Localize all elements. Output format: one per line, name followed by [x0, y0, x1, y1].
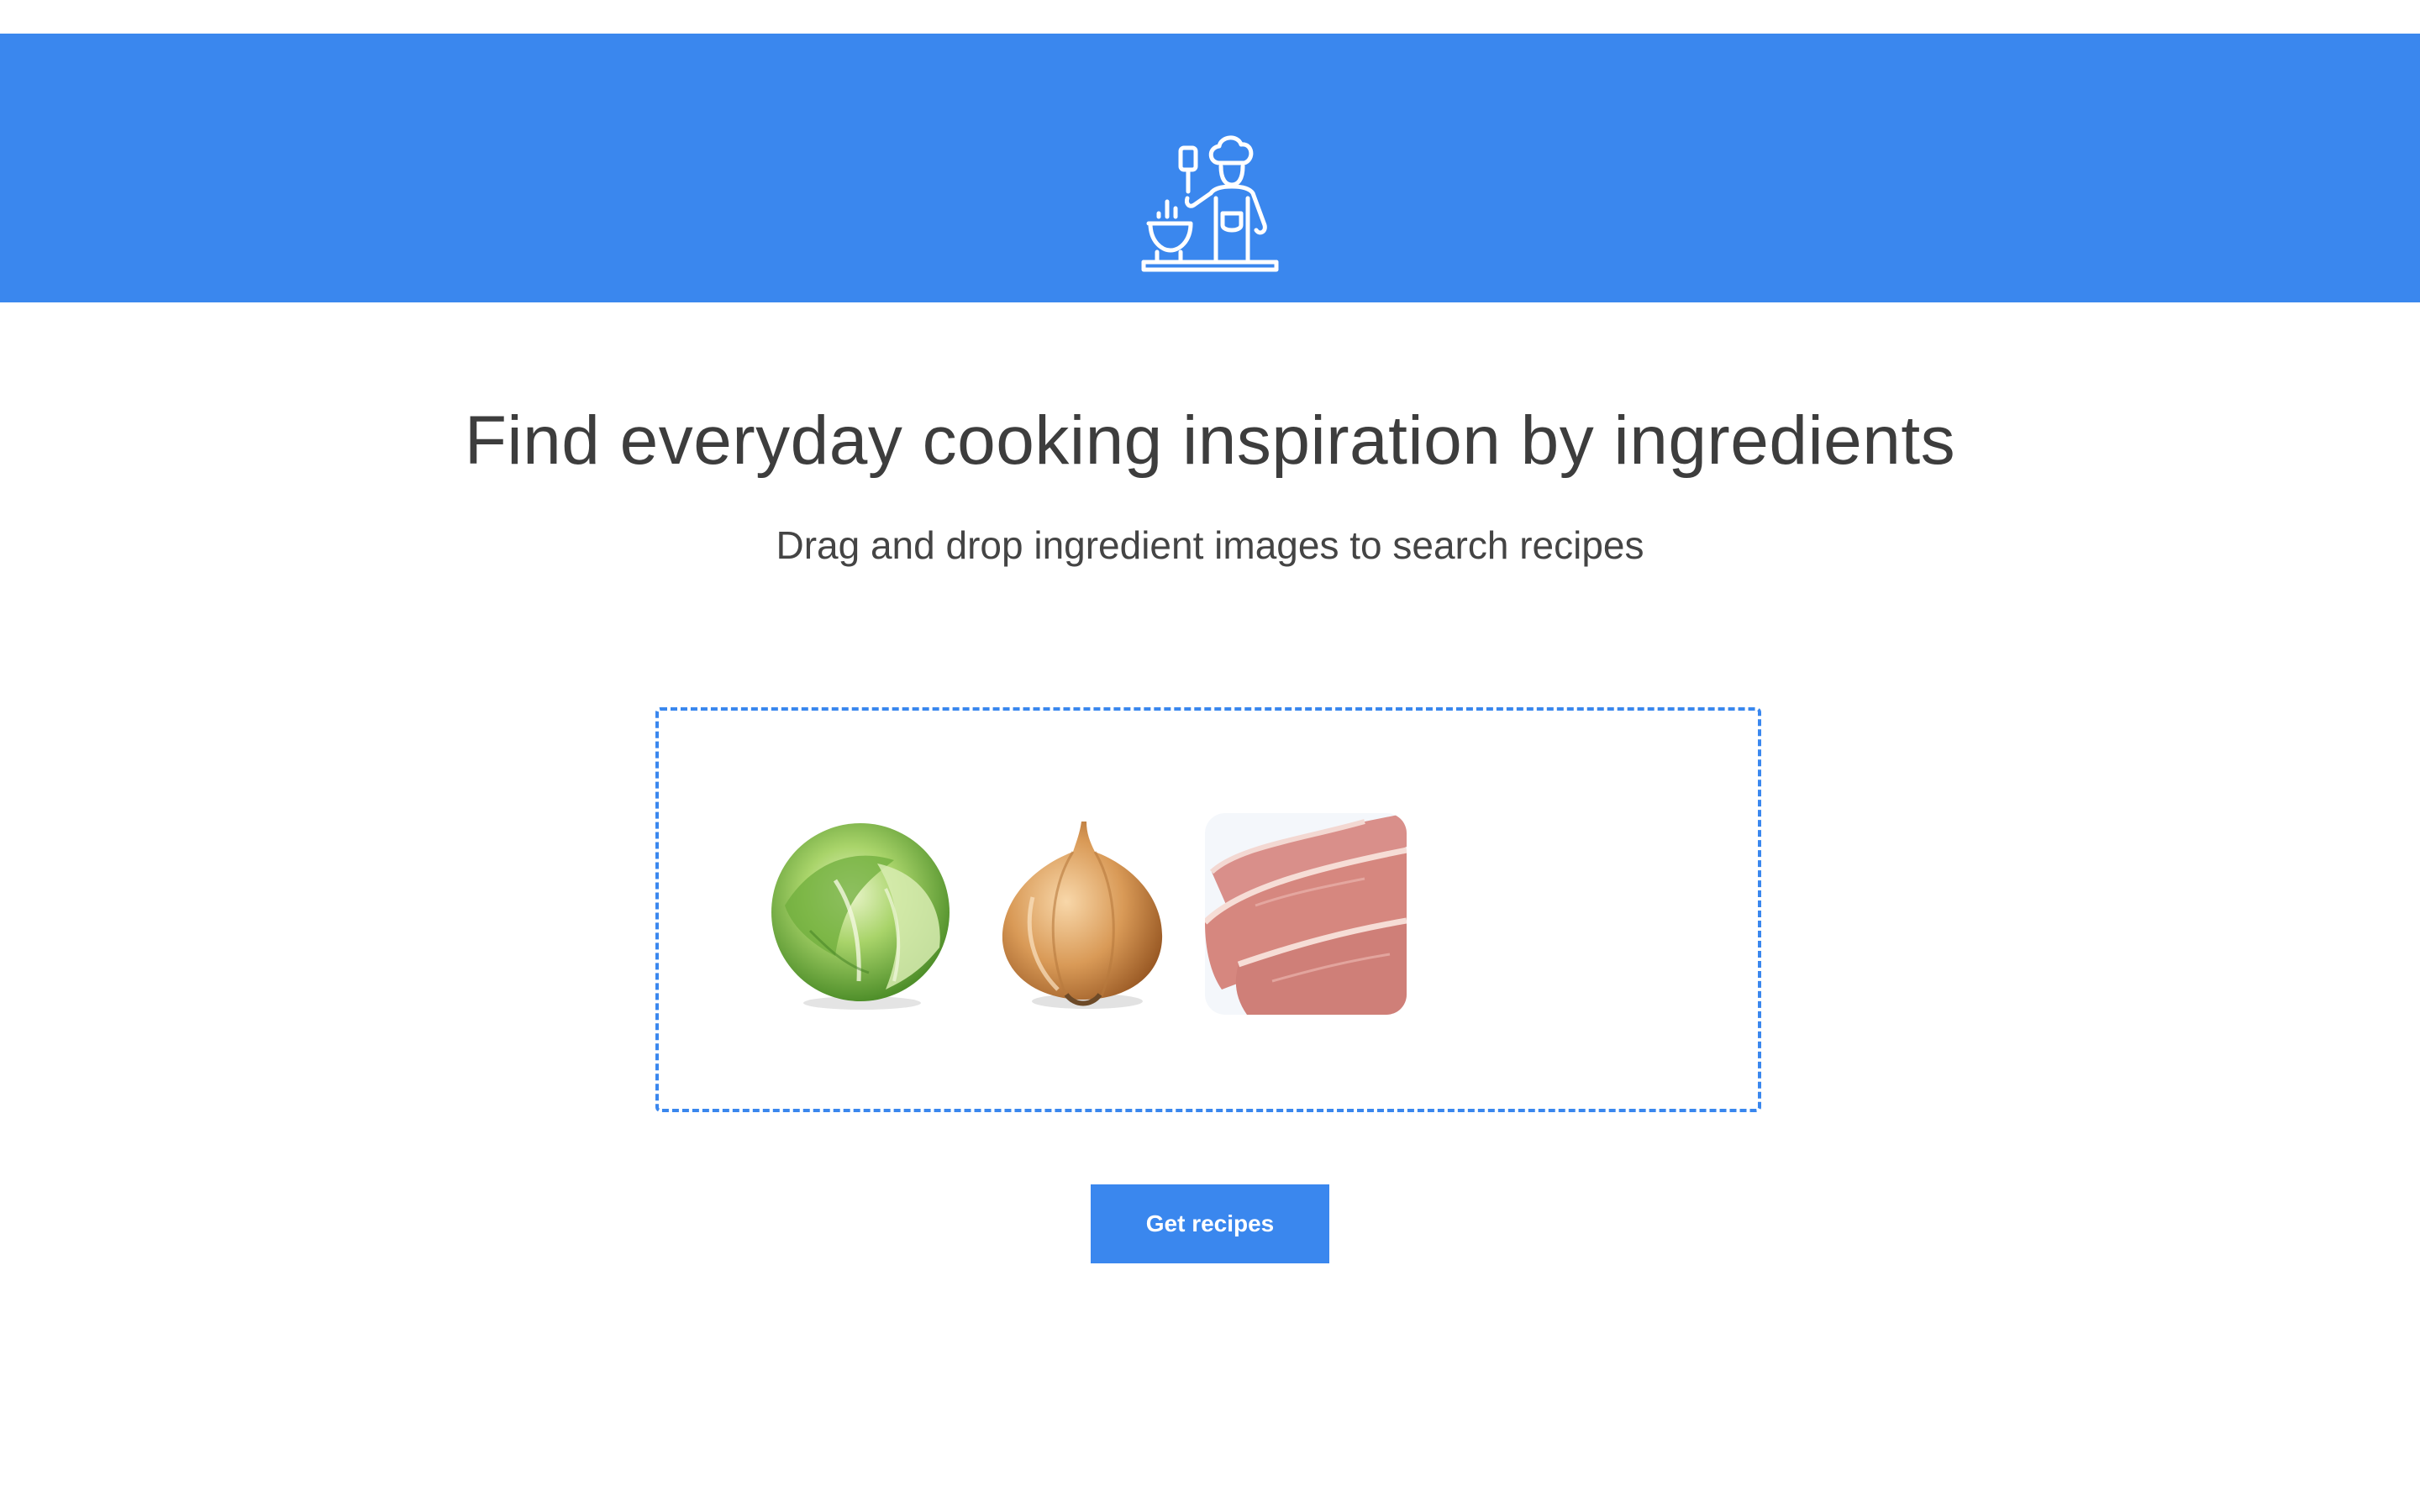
- page-title: Find everyday cooking inspiration by ing…: [464, 402, 1956, 479]
- page: Find everyday cooking inspiration by ing…: [0, 0, 2420, 1512]
- header-banner: [0, 34, 2420, 302]
- page-subtitle: Drag and drop ingredient images to searc…: [776, 523, 1644, 567]
- pork-chop-image[interactable]: [1205, 813, 1407, 1015]
- onion-image[interactable]: [982, 813, 1184, 1015]
- get-recipes-button[interactable]: Get recipes: [1091, 1184, 1329, 1263]
- ingredient-dropzone[interactable]: [655, 707, 1761, 1112]
- lettuce-image[interactable]: [760, 813, 961, 1015]
- chef-cooking-icon: [1141, 135, 1279, 272]
